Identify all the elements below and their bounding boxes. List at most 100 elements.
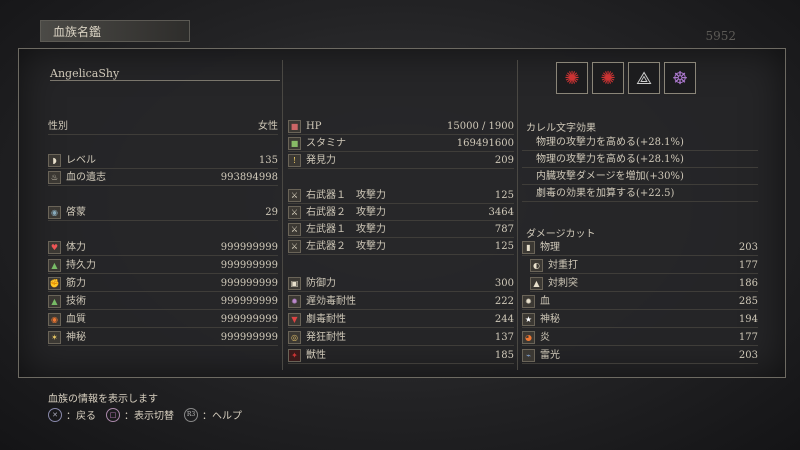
help-hint: ：ヘルプ	[202, 411, 242, 422]
square-button-icon[interactable]: □	[106, 407, 120, 422]
rune-effect-text: 物理の攻撃力を高める(+28.1%)	[536, 153, 684, 165]
damage-row-blood[interactable]: ✹ 血 285	[522, 293, 758, 310]
column-divider	[517, 60, 518, 370]
rune-slots: ✺ ✺ ⟁ ☸	[556, 62, 696, 94]
weapon-label: 左武器２ 攻撃力	[306, 240, 386, 252]
rune-effect-text: 劇毒の効果を加算する(+22.5)	[536, 187, 675, 199]
button-hints: ✕ ：戻る □ ：表示切替 R3 ：ヘルプ	[48, 407, 242, 422]
weapon-row[interactable]: ⚔ 右武器１ 攻撃力 125	[288, 187, 514, 204]
r3-button-icon[interactable]: R3	[184, 407, 198, 422]
weapon-value: 787	[494, 223, 514, 235]
resist-row-defense[interactable]: ▣ 防御力 300	[288, 275, 514, 292]
defense-icon: ▣	[288, 276, 301, 290]
resist-label: 劇毒耐性	[306, 313, 346, 325]
blunt-icon: ◐	[530, 258, 543, 272]
background-number: 5952	[705, 29, 736, 43]
discovery-row[interactable]: ! 発見力 209	[288, 152, 514, 169]
rapid-poison-icon: ▼	[288, 312, 301, 326]
damage-label: 雷光	[540, 349, 560, 361]
slow-poison-icon: ✹	[288, 294, 301, 308]
resist-row-beasthood[interactable]: ✦ 獣性 185	[288, 347, 514, 364]
stamina-row[interactable]: ■ スタミナ 169491600	[288, 135, 514, 152]
beasthood-icon: ✦	[288, 348, 301, 362]
resist-value: 244	[494, 313, 514, 325]
rune-effect-row: 劇毒の効果を加算する(+22.5)	[522, 185, 758, 202]
insight-label: 啓蒙	[66, 206, 86, 218]
discovery-value: 209	[494, 154, 514, 166]
resist-row-slow-poison[interactable]: ✹ 遅効毒耐性 222	[288, 293, 514, 310]
insight-row[interactable]: ◉ 啓蒙 29	[48, 204, 278, 221]
rune-slot-icon[interactable]: ✺	[556, 62, 588, 94]
cross-button-icon[interactable]: ✕	[48, 407, 62, 422]
echoes-row[interactable]: ♨ 血の遺志 993894998	[48, 169, 278, 186]
damage-value: 177	[738, 259, 758, 271]
damage-row-blunt[interactable]: ◐ 対重打 177	[530, 257, 758, 274]
damage-label: 血	[540, 295, 550, 307]
stat-value: 999999999	[220, 241, 278, 253]
weapon-value: 3464	[488, 206, 514, 218]
resist-row-rapid-poison[interactable]: ▼ 劇毒耐性 244	[288, 311, 514, 328]
rune-slot-icon[interactable]: ✺	[592, 62, 624, 94]
bolt-icon: ⌁	[522, 348, 535, 362]
damage-value: 177	[738, 331, 758, 343]
weapon-row[interactable]: ⚔ 右武器２ 攻撃力 3464	[288, 204, 514, 221]
resist-value: 137	[494, 331, 514, 343]
stamina-value: 169491600	[456, 137, 514, 149]
resist-label: 発狂耐性	[306, 331, 346, 343]
resist-value: 185	[494, 349, 514, 361]
hp-row[interactable]: ■ HP 15000 / 1900	[288, 118, 514, 135]
damage-row-thrust[interactable]: ▲ 対刺突 186	[530, 275, 758, 292]
gender-row: 性別 女性	[48, 118, 278, 135]
rune-slot-icon[interactable]: ⟁	[628, 62, 660, 94]
hp-icon: ■	[288, 119, 301, 133]
gender-value: 女性	[258, 120, 278, 132]
stat-row-endurance[interactable]: ▲ 持久力 999999999	[48, 257, 278, 274]
damage-value: 194	[738, 313, 758, 325]
damage-row-physical[interactable]: ▮ 物理 203	[522, 239, 758, 256]
column-divider	[282, 60, 283, 370]
blood-icon: ✹	[522, 294, 535, 308]
hp-label: HP	[306, 120, 322, 132]
weapon-row[interactable]: ⚔ 左武器２ 攻撃力 125	[288, 238, 514, 255]
resist-label: 獣性	[306, 349, 326, 361]
damage-row-bolt[interactable]: ⌁ 雷光 203	[522, 347, 758, 364]
resist-value: 300	[494, 277, 514, 289]
rune-effect-text: 物理の攻撃力を高める(+28.1%)	[536, 136, 684, 148]
insight-icon: ◉	[48, 205, 61, 219]
damage-row-fire[interactable]: ◕ 炎 177	[522, 329, 758, 346]
info-text: 血族の情報を表示します	[48, 394, 158, 405]
back-hint: ：戻る	[66, 411, 96, 422]
weapon-icon: ⚔	[288, 205, 301, 219]
gender-label: 性別	[48, 120, 68, 132]
tab-bloodline-registry[interactable]: 血族名鑑	[40, 20, 190, 42]
stat-row-strength[interactable]: ✊ 筋力 999999999	[48, 275, 278, 292]
stat-row-vitality[interactable]: ♥ 体力 999999999	[48, 239, 278, 256]
fire-icon: ◕	[522, 330, 535, 344]
stat-row-skill[interactable]: ▲ 技術 999999999	[48, 293, 278, 310]
damage-value: 186	[738, 277, 758, 289]
insight-value: 29	[265, 206, 278, 218]
arcane-icon: ✶	[48, 330, 61, 344]
damage-value: 203	[738, 349, 758, 361]
stat-value: 999999999	[220, 295, 278, 307]
weapon-icon: ⚔	[288, 222, 301, 236]
level-value: 135	[258, 154, 278, 166]
damage-row-arcane[interactable]: ★ 神秘 194	[522, 311, 758, 328]
weapon-row[interactable]: ⚔ 左武器１ 攻撃力 787	[288, 221, 514, 238]
title-underline	[50, 80, 280, 81]
rune-effect-row: 物理の攻撃力を高める(+28.1%)	[522, 134, 758, 151]
rune-slot-icon[interactable]: ☸	[664, 62, 696, 94]
resist-value: 222	[494, 295, 514, 307]
endurance-icon: ▲	[48, 258, 61, 272]
level-label: レベル	[66, 154, 96, 166]
rune-effect-text: 内臓攻撃ダメージを増加(+30%)	[536, 170, 684, 182]
damage-label: 神秘	[540, 313, 560, 325]
stat-row-bloodtinge[interactable]: ◉ 血質 999999999	[48, 311, 278, 328]
bloodtinge-icon: ◉	[48, 312, 61, 326]
resist-row-frenzy[interactable]: ◎ 発狂耐性 137	[288, 329, 514, 346]
echoes-label: 血の遺志	[66, 171, 106, 183]
level-row[interactable]: ◗ レベル 135	[48, 152, 278, 169]
character-name: AngelicaShy	[50, 67, 120, 80]
stat-row-arcane[interactable]: ✶ 神秘 999999999	[48, 329, 278, 346]
stat-label: 神秘	[66, 331, 86, 343]
